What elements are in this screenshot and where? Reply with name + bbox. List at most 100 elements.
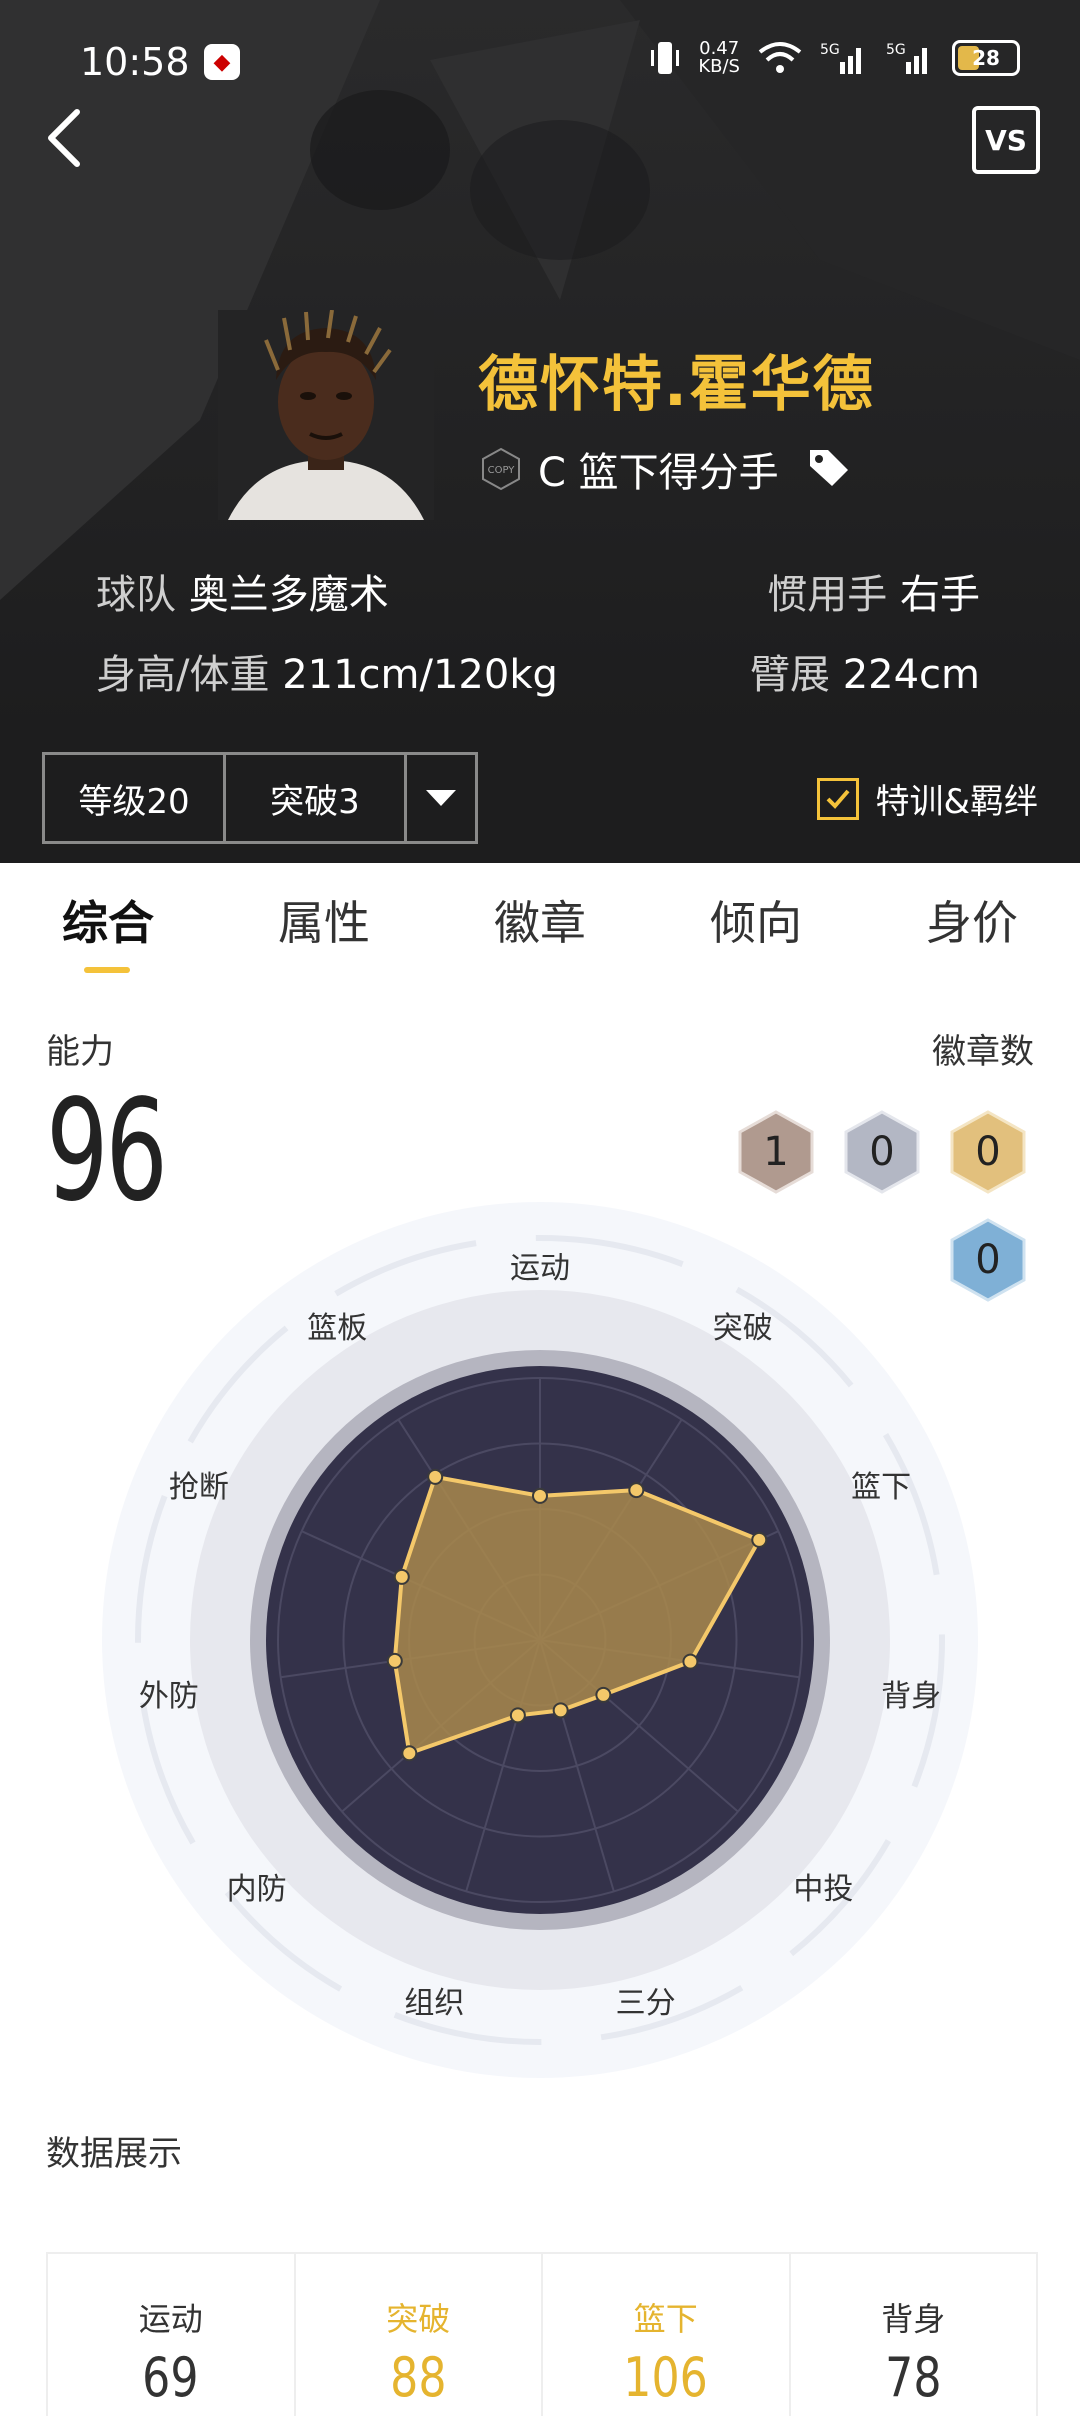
app-notification-icon: ◆ [204, 44, 240, 80]
radar-point-4 [682, 1653, 699, 1670]
attribute-radar-chart: 运动突破篮下背身中投三分 组织 内防 外防 抢断 篮板 [100, 1200, 980, 2080]
radar-axis-label: 抢断 [168, 1470, 229, 1506]
radar-point-1 [532, 1487, 548, 1504]
player-position: C 篮下得分手 [538, 450, 779, 496]
stat-value: 69 [142, 2346, 199, 2409]
stat-inside: 篮下 106 [543, 2254, 791, 2416]
radar-point-9 [386, 1652, 403, 1669]
dropdown-button[interactable] [407, 755, 475, 841]
height-weight-info: 身高/体重 211cm/120kg [96, 642, 558, 700]
stat-label: 篮下 [633, 2300, 698, 2338]
dropdown-caret-icon [426, 790, 456, 806]
control-bar: 等级20 突破3 特训&羁绊 [0, 730, 1080, 863]
handedness-value: 右手 [900, 572, 980, 618]
wifi-icon [758, 42, 802, 73]
back-arrow-icon [48, 109, 80, 167]
player-portrait [218, 310, 434, 520]
radar-axis-label: 背身 [881, 1679, 942, 1715]
tab-overview[interactable]: 综合 [62, 887, 154, 953]
radar-point-11 [427, 1468, 444, 1485]
player-avatar [218, 310, 434, 520]
radar-point-10 [393, 1568, 410, 1585]
radar-point-8 [401, 1745, 418, 1762]
tag-icon[interactable] [806, 444, 852, 490]
training-label: 特训&羁绊 [875, 782, 1038, 822]
radar-point-6 [552, 1702, 569, 1719]
copy-label: COPY [488, 465, 516, 476]
team-info: 球队 奥兰多魔术 [96, 562, 389, 620]
signal-5g-icon: 5G [820, 42, 861, 74]
ability-label: 能力 [46, 1032, 114, 1072]
battery-percent: 28 [972, 46, 1000, 70]
badge-gold-count: 0 [975, 1129, 1001, 1175]
radar-axis-label: 突破 [712, 1310, 773, 1346]
badge-silver: 0 [842, 1110, 922, 1194]
radar-axis-label: 篮下 [851, 1470, 912, 1506]
vs-label: VS [985, 123, 1027, 157]
breakthrough-select[interactable]: 突破3 [226, 755, 407, 841]
radar-point-2 [628, 1482, 645, 1499]
net-speed: 0.47 KB/S [698, 40, 740, 76]
wingspan-info: 臂展 224cm [750, 642, 980, 700]
stat-label: 突破 [386, 2300, 451, 2338]
player-name: 德怀特.霍华德 [478, 350, 875, 420]
checkmark-icon [827, 789, 850, 809]
handedness-label: 惯用手 [767, 572, 888, 618]
wingspan-label: 臂展 [749, 652, 830, 698]
stat-post: 背身 78 [791, 2254, 1037, 2416]
status-bar: 10:58 ◆ 0.47 KB/S 5G 5G 28 [0, 0, 1080, 120]
radar-point-7 [509, 1707, 526, 1724]
badge-bronze: 1 [736, 1110, 816, 1194]
radar-axis-label: 篮板 [307, 1310, 368, 1346]
training-checkbox[interactable] [817, 777, 860, 820]
tab-attributes[interactable]: 属性 [278, 887, 370, 953]
stat-value: 106 [623, 2346, 709, 2409]
stat-value: 78 [885, 2346, 942, 2409]
wingspan-value: 224cm [842, 652, 980, 698]
stats-row: 运动 69 突破 88 篮下 106 背身 78 [46, 2252, 1038, 2416]
vs-compare-button[interactable]: VS [972, 106, 1040, 174]
tab-bar: 综合 属性 徽章 倾向 身价 [0, 863, 1080, 983]
back-button[interactable] [40, 108, 90, 168]
svg-text:5G: 5G [820, 42, 840, 58]
tab-tendencies[interactable]: 倾向 [710, 887, 802, 953]
radar-point-5 [595, 1686, 612, 1703]
battery-icon: 28 [952, 40, 1020, 76]
status-icons: 0.47 KB/S 5G 5G 28 [650, 38, 1020, 78]
radar-axis-label: 组织 [404, 1985, 465, 2021]
training-bond-toggle[interactable]: 特训&羁绊 [817, 774, 1038, 823]
tab-value[interactable]: 身价 [926, 887, 1018, 953]
radar-svg [102, 1202, 978, 2078]
signal-5g-icon-2: 5G [886, 42, 927, 74]
stat-label: 运动 [138, 2300, 203, 2338]
handedness-info: 惯用手 右手 [767, 562, 980, 620]
radar-axis-label: 外防 [138, 1679, 199, 1715]
level-select[interactable]: 等级20 [45, 755, 226, 841]
stat-value: 88 [390, 2346, 447, 2409]
radar-point-3 [751, 1531, 768, 1548]
level-selector: 等级20 突破3 [42, 752, 478, 844]
team-value: 奥兰多魔术 [188, 572, 389, 618]
height-weight-label: 身高/体重 [96, 652, 270, 698]
net-speed-unit: KB/S [698, 56, 740, 77]
svg-text:5G: 5G [886, 42, 906, 58]
radar-axis-label: 中投 [793, 1871, 854, 1907]
vibrate-icon [651, 42, 680, 74]
radar-axis-label: 运动 [510, 1251, 570, 1286]
copy-icon[interactable]: COPY [478, 446, 524, 492]
status-time: 10:58 [80, 40, 190, 84]
badge-count-label: 徽章数 [932, 1032, 1034, 1072]
stat-label: 背身 [881, 2300, 946, 2338]
height-weight-value: 211cm/120kg [282, 652, 558, 698]
badge-bronze-count: 1 [763, 1129, 789, 1175]
data-section-title: 数据展示 [46, 2134, 182, 2174]
tab-active-indicator [84, 967, 130, 973]
stat-drive: 突破 88 [296, 2254, 543, 2416]
radar-axis-label: 内防 [226, 1871, 287, 1907]
stat-athleticism: 运动 69 [48, 2254, 296, 2416]
radar-axis-label: 三分 [615, 1985, 676, 2021]
tab-badges[interactable]: 徽章 [494, 887, 586, 953]
team-label: 球队 [96, 572, 176, 618]
player-header: 10:58 ◆ 0.47 KB/S 5G 5G 28 VS 德怀特.霍华德 CO… [0, 0, 1080, 730]
badge-silver-count: 0 [869, 1129, 895, 1175]
